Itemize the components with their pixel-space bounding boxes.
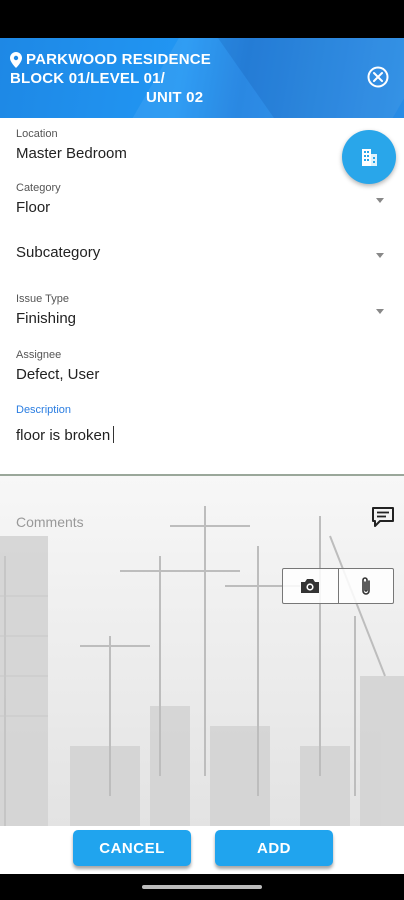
issue-type-select[interactable]: Issue Type Finishing (16, 293, 386, 327)
category-dropdown-icon (376, 198, 384, 203)
subcategory-select[interactable]: Subcategory (16, 244, 386, 261)
attach-file-button[interactable] (337, 569, 394, 603)
location-pin-icon (10, 51, 22, 68)
subcategory-dropdown-icon (376, 253, 384, 258)
close-icon[interactable] (366, 65, 390, 89)
chat-icon[interactable] (371, 506, 395, 528)
category-select[interactable]: Category Floor (16, 182, 386, 216)
issue-type-value: Finishing (16, 310, 77, 327)
paperclip-icon (361, 577, 370, 595)
location-value: Master Bedroom (16, 145, 127, 162)
status-bar (0, 0, 404, 38)
description-label: Description (16, 404, 72, 416)
issue-type-label: Issue Type (16, 293, 69, 305)
project-name: PARKWOOD RESIDENCE (26, 51, 211, 68)
location-label: Location (16, 128, 58, 140)
building-icon (362, 149, 377, 166)
comments-input[interactable]: Comments (16, 514, 84, 530)
assignee-label: Assignee (16, 349, 62, 361)
header-title: PARKWOOD RESIDENCE BLOCK 01/LEVEL 01/ UN… (10, 50, 211, 107)
subcategory-value: Subcategory (16, 244, 101, 261)
action-bar: CANCEL ADD (0, 826, 404, 874)
comments-section: Comments (0, 476, 404, 826)
text-cursor (113, 426, 115, 443)
description-field[interactable]: Description floor is broken (16, 404, 386, 444)
assignee-value: Defect, User (16, 366, 100, 383)
cancel-button[interactable]: CANCEL (73, 830, 191, 866)
camera-icon (301, 579, 320, 593)
attachment-buttons (282, 568, 394, 604)
category-label: Category (16, 182, 61, 194)
category-value: Floor (16, 199, 51, 216)
add-button[interactable]: ADD (215, 830, 333, 866)
header: PARKWOOD RESIDENCE BLOCK 01/LEVEL 01/ UN… (0, 38, 404, 118)
defect-form: Location Master Bedroom Category Floor S… (0, 118, 404, 476)
camera-button[interactable] (283, 569, 338, 603)
description-input[interactable]: floor is broken (16, 427, 110, 444)
home-indicator[interactable] (142, 885, 262, 889)
location-field[interactable]: Location Master Bedroom (16, 128, 386, 162)
system-navigation-bar (0, 874, 404, 900)
assignee-field[interactable]: Assignee Defect, User (16, 349, 386, 383)
issue-type-dropdown-icon (376, 309, 384, 314)
unit-name: UNIT 02 (146, 89, 204, 106)
location-path: BLOCK 01/LEVEL 01/ (10, 70, 166, 87)
unit-plan-button[interactable] (342, 130, 396, 184)
